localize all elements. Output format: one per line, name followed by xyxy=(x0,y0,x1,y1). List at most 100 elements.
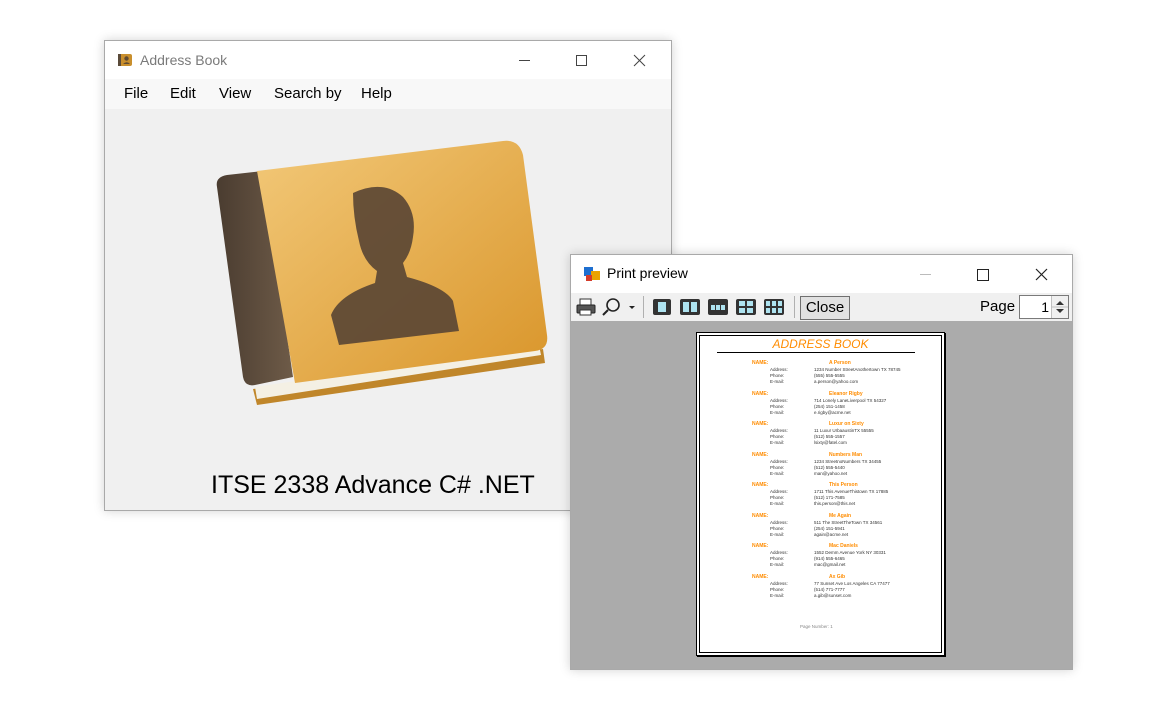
email-label: E-mail: xyxy=(770,379,785,384)
email-label: E-mail: xyxy=(770,470,785,476)
address-entry: NAME: This Person Address: 1711 This Avenue… xyxy=(700,482,941,512)
address-label: Address: xyxy=(770,397,788,403)
two-pages-icon[interactable] xyxy=(679,297,701,317)
entry-email: e.rigby@acme.net xyxy=(814,409,851,415)
entry-phone: (254) 151-1458 xyxy=(814,403,845,409)
address-label: Address: xyxy=(770,519,788,525)
name-label: NAME: xyxy=(752,573,769,580)
address-label: Address: xyxy=(770,428,788,433)
minimize-button[interactable] xyxy=(902,255,948,293)
entry-name: Ax Gib xyxy=(829,573,846,580)
menu-edit[interactable]: Edit xyxy=(170,85,196,102)
name-label: NAME: xyxy=(752,543,769,549)
address-label: Address: xyxy=(770,367,788,372)
entry-phone: (514) 771-7777 xyxy=(814,586,845,592)
zoom-icon[interactable] xyxy=(601,297,637,317)
name-label: NAME: xyxy=(752,482,769,488)
page-number-text: Page Number: 1 xyxy=(800,624,833,629)
entry-address: 11 Luxur UrbaaustinTX 55555 xyxy=(814,428,874,433)
address-entry: NAME: Eleanor Rigby Address: 714 Lonely Lan… xyxy=(700,391,941,421)
entry-email: this.person@this.net xyxy=(814,501,856,506)
close-button[interactable] xyxy=(617,41,663,79)
minimize-button[interactable] xyxy=(501,41,547,79)
close-button[interactable] xyxy=(1018,255,1064,293)
address-book-icon xyxy=(216,140,548,405)
entry-email: mac@gmail.net xyxy=(814,562,846,567)
preview-page: ADDRESS BOOK NAME: A Person Address: 1234 N… xyxy=(696,332,945,656)
preview-area[interactable]: ADDRESS BOOK NAME: A Person Address: 1234 N… xyxy=(571,321,1072,669)
page-label: Page xyxy=(980,298,1016,315)
email-label: E-mail: xyxy=(770,531,785,537)
six-pages-icon[interactable] xyxy=(763,297,785,317)
entry-phone: (512) 171-7585 xyxy=(814,495,845,500)
title-bar[interactable]: Address Book xyxy=(105,41,671,79)
print-preview-icon xyxy=(583,265,601,288)
phone-label: Phone: xyxy=(770,434,785,439)
phone-label: Phone: xyxy=(770,525,785,531)
address-label: Address: xyxy=(770,489,788,494)
address-entry: NAME: Numbers Man Address: 1234 StreetnoNum… xyxy=(700,452,941,482)
menu-search-by[interactable]: Search by xyxy=(274,85,342,102)
entry-name: Mac Daniels xyxy=(829,543,858,549)
title-bar[interactable]: Print preview xyxy=(571,255,1072,293)
name-label: NAME: xyxy=(752,512,769,519)
entry-name: Eleanor Rigby xyxy=(829,390,863,397)
entry-email: lsixty@fatel.com xyxy=(814,440,847,445)
name-label: NAME: xyxy=(752,451,769,458)
phone-label: Phone: xyxy=(770,556,785,561)
entry-name: A Person xyxy=(829,360,851,366)
toolbar-separator xyxy=(794,296,795,318)
close-preview-button[interactable]: Close xyxy=(800,296,850,320)
menu-bar: File Edit View Search by Help xyxy=(105,79,671,109)
toolbar-separator xyxy=(643,296,644,318)
toolbar: Close Page 1 xyxy=(571,293,1072,321)
app-icon xyxy=(116,51,134,74)
app-caption: ITSE 2338 Advance C# .NET xyxy=(211,471,535,499)
phone-label: Phone: xyxy=(770,586,785,592)
menu-file[interactable]: File xyxy=(124,85,148,102)
entry-address: 1234 StreetnoNumbers TX 34455 xyxy=(814,458,882,464)
entry-name: Me Again xyxy=(829,512,852,519)
title-rule xyxy=(717,352,915,353)
three-pages-icon[interactable] xyxy=(707,297,729,317)
address-entry: NAME: A Person Address: 1234 Number StreetA… xyxy=(700,360,941,390)
print-icon[interactable] xyxy=(575,297,597,317)
phone-label: Phone: xyxy=(770,495,785,500)
email-label: E-mail: xyxy=(770,409,785,415)
page-number-stepper[interactable]: 1 xyxy=(1019,295,1069,319)
address-label: Address: xyxy=(770,458,788,464)
phone-label: Phone: xyxy=(770,403,785,409)
entry-phone: (555) 555-5555 xyxy=(814,373,845,378)
entry-name: Numbers Man xyxy=(829,451,863,458)
entry-address: 511 The StreetTheTown TX 34561 xyxy=(814,519,883,525)
name-label: NAME: xyxy=(752,390,769,397)
maximize-button[interactable] xyxy=(559,41,605,79)
address-entry: NAME: Ax Gib Address: 77 Sunset Ave Los Ang… xyxy=(700,574,941,604)
email-label: E-mail: xyxy=(770,562,785,567)
entry-email: man@yahoo.net xyxy=(814,470,848,476)
document-title: ADDRESS BOOK xyxy=(772,337,869,351)
menu-view[interactable]: View xyxy=(219,85,251,102)
one-page-icon[interactable] xyxy=(651,297,673,317)
entry-address: 714 Lonely LaneLiverpool TX 54327 xyxy=(814,397,887,403)
print-preview-window: Print preview Close Page 1 ADDRESS BOOK … xyxy=(570,254,1073,670)
entry-address: 1711 This AvenueThistown TX 17885 xyxy=(814,489,889,494)
entry-phone: (512) 555-1557 xyxy=(814,434,845,439)
address-entry: NAME: Mac Daniels Address: 1552 Demm Avenue… xyxy=(700,543,941,573)
window-title: Address Book xyxy=(140,52,228,68)
entry-email: again@acme.net xyxy=(814,531,849,537)
page-border: ADDRESS BOOK NAME: A Person Address: 1234 N… xyxy=(699,335,942,653)
phone-label: Phone: xyxy=(770,373,785,378)
address-entry: NAME: Me Again Address: 511 The StreetTheTo… xyxy=(700,513,941,543)
maximize-button[interactable] xyxy=(960,255,1006,293)
menu-help[interactable]: Help xyxy=(361,85,392,102)
page-number-value: 1 xyxy=(1041,299,1049,315)
entry-address: 77 Sunset Ave Los Angeles CA 77477 xyxy=(814,580,890,586)
stepper-arrows[interactable] xyxy=(1051,296,1068,318)
email-label: E-mail: xyxy=(770,592,785,598)
address-label: Address: xyxy=(770,550,788,555)
entry-name: Luxur on Sixty xyxy=(829,421,864,427)
four-pages-icon[interactable] xyxy=(735,297,757,317)
entry-phone: (914) 555-6465 xyxy=(814,556,845,561)
window-title: Print preview xyxy=(607,265,688,281)
